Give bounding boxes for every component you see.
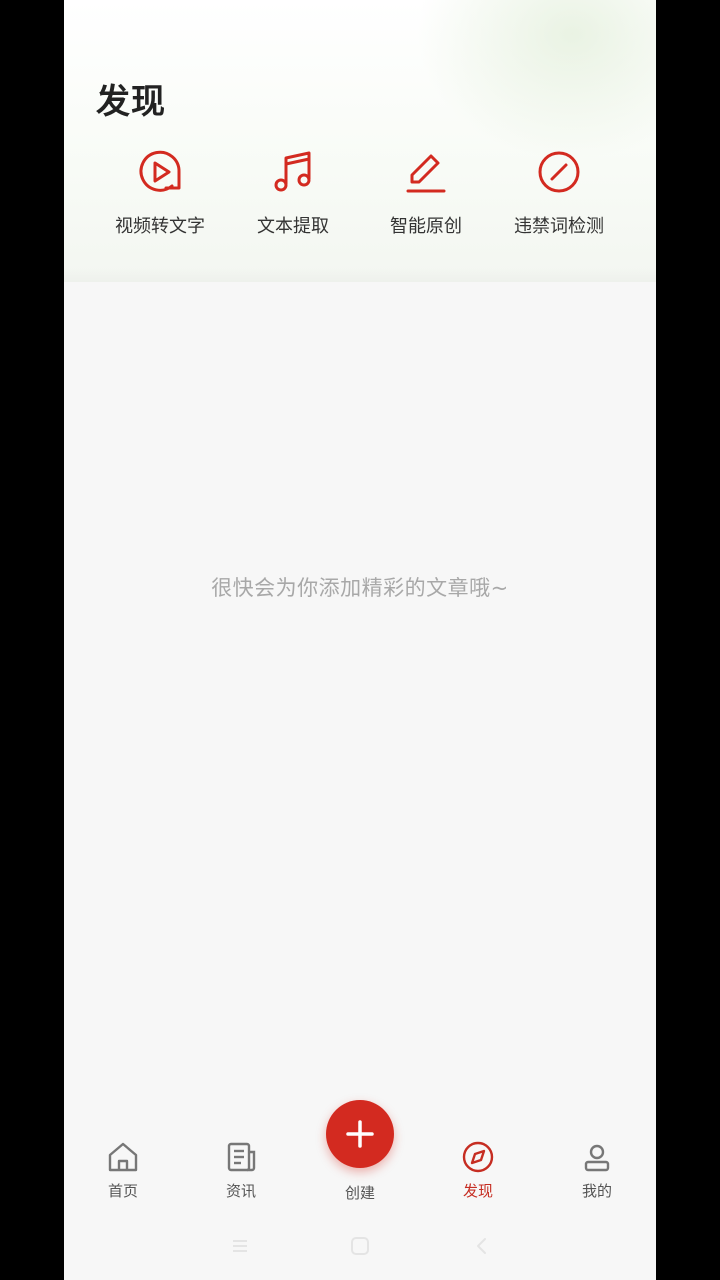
tool-video-to-text[interactable]: 视频转文字	[94, 148, 226, 248]
forbidden-icon	[538, 151, 580, 193]
tool-label: 视频转文字	[115, 216, 205, 237]
tool-smart-original[interactable]: 智能原创	[360, 148, 492, 248]
tab-label: 资讯	[225, 1182, 256, 1200]
tab-label: 发现	[462, 1182, 493, 1200]
bottom-tab-bar: 首页 资讯 创建 发现 我的	[64, 1100, 656, 1210]
create-label: 创建	[344, 1184, 375, 1202]
tool-grid: 视频转文字 文本提取 智能原创 违禁词检测	[64, 148, 656, 248]
decorative-background	[416, 0, 656, 160]
back-icon[interactable]	[470, 1234, 494, 1258]
home-square-icon[interactable]	[348, 1234, 372, 1258]
empty-state-message: 很快会为你添加精彩的文章哦~	[211, 576, 509, 600]
plus-icon	[346, 1120, 374, 1148]
tool-forbidden-word-check[interactable]: 违禁词检测	[493, 148, 625, 248]
play-video-icon	[139, 150, 181, 192]
system-navigation-bar	[64, 1222, 656, 1268]
tool-label: 文本提取	[257, 216, 329, 237]
tab-label: 首页	[107, 1182, 138, 1200]
header-area: 发现 视频转文字 文本提取 智能原创 违禁词检测	[64, 0, 656, 282]
home-icon	[108, 1142, 138, 1172]
tab-label: 我的	[581, 1182, 612, 1200]
compass-icon	[462, 1141, 494, 1173]
create-button[interactable]	[326, 1100, 394, 1168]
page-title: 发现	[96, 82, 166, 122]
menu-icon[interactable]	[228, 1234, 252, 1258]
app-screen: 发现 视频转文字 文本提取 智能原创 违禁词检测 很快会为你添加精彩的文章哦~ …	[64, 0, 656, 1280]
pencil-icon	[406, 154, 446, 193]
tab-mine[interactable]: 我的	[547, 1140, 647, 1204]
tool-text-extract[interactable]: 文本提取	[227, 148, 359, 248]
news-icon	[227, 1142, 256, 1172]
tool-label: 违禁词检测	[514, 216, 604, 237]
tab-news[interactable]: 资讯	[191, 1140, 291, 1204]
tab-discover[interactable]: 发现	[428, 1140, 528, 1204]
music-note-icon	[274, 151, 311, 192]
tool-label: 智能原创	[390, 216, 462, 237]
tab-home[interactable]: 首页	[73, 1140, 173, 1204]
user-icon	[584, 1144, 610, 1172]
